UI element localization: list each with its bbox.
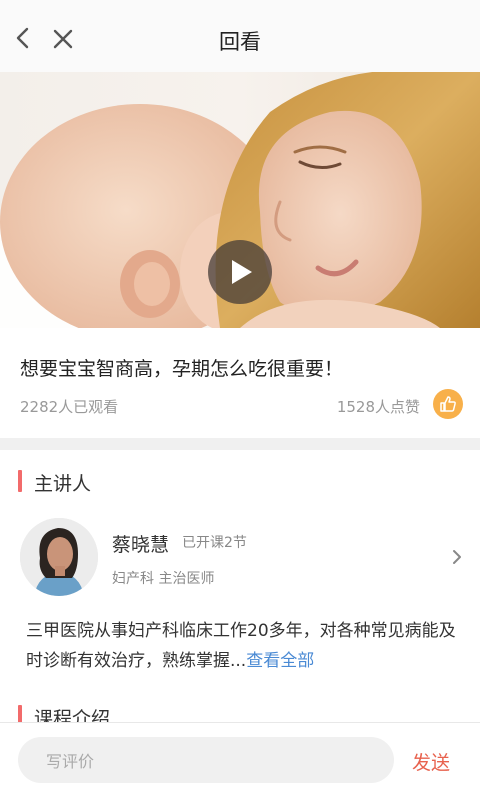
lecturer-bio-text: 三甲医院从事妇产科临床工作20多年，对各种常见病能及时诊断有效治疗，熟练掌握..… [26, 621, 456, 671]
page-title: 回看 [219, 30, 261, 54]
course-title: 想要宝宝智商高，孕期怎么吃很重要！ [20, 358, 344, 380]
play-button[interactable] [208, 240, 272, 304]
lecturer-detail-arrow[interactable] [450, 548, 464, 566]
lecturer-department: 妇产科 主治医师 [112, 571, 215, 587]
lecturer-avatar-image [20, 518, 98, 596]
view-count: 2282人已观看 [20, 398, 119, 416]
comment-input-wrapper[interactable] [18, 737, 394, 785]
like-button[interactable] [433, 389, 463, 419]
view-all-link[interactable]: 查看全部 [246, 651, 314, 671]
lecturer-course-count: 已开课2节 [182, 535, 247, 551]
section-divider [0, 438, 480, 450]
send-button[interactable]: 发送 [412, 748, 450, 775]
comment-bar: 发送 [0, 722, 480, 801]
chevron-right-icon [453, 550, 461, 564]
lecturer-card[interactable]: 蔡晓慧 已开课2节 妇产科 主治医师 [0, 512, 480, 602]
play-icon [232, 260, 252, 284]
lecturer-heading-text: 主讲人 [34, 473, 92, 495]
thumbs-up-icon [440, 396, 456, 412]
course-info: 想要宝宝智商高，孕期怎么吃很重要！ 2282人已观看 1528人点赞 [0, 328, 480, 438]
like-count: 1528人点赞 [336, 398, 420, 416]
lecturer-bio: 三甲医院从事妇产科临床工作20多年，对各种常见病能及时诊断有效治疗，熟练掌握..… [26, 616, 466, 676]
avatar [20, 518, 98, 596]
lecturer-name: 蔡晓慧 [112, 534, 170, 556]
top-nav-bar: 回看 [0, 0, 480, 73]
comment-input[interactable] [44, 737, 378, 785]
video-player[interactable] [0, 72, 480, 328]
section-accent-bar [18, 470, 22, 492]
